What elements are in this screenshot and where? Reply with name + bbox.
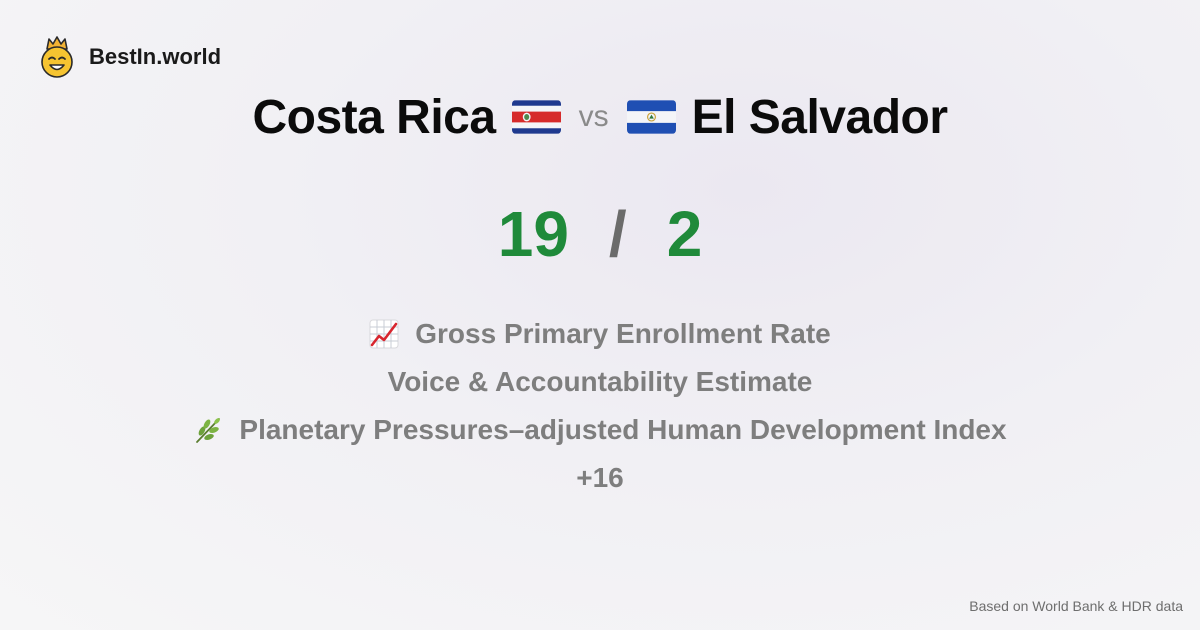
metric-item: Voice & Accountability Estimate — [0, 358, 1200, 406]
metric-label: Gross Primary Enrollment Rate — [415, 318, 831, 349]
chart-increasing-icon — [369, 319, 399, 349]
costa-rica-flag-icon — [511, 100, 561, 134]
metric-list: Gross Primary Enrollment Rate Voice & Ac… — [0, 310, 1200, 502]
right-country-name: El Salvador — [691, 90, 948, 144]
data-source-note: Based on World Bank & HDR data — [969, 598, 1183, 614]
left-score: 19 — [497, 198, 569, 270]
crowned-smiley-icon — [41, 36, 73, 78]
score: 19 / 2 — [0, 196, 1200, 272]
metric-label: +16 — [576, 462, 624, 493]
right-score: 2 — [666, 198, 703, 270]
left-country-name: Costa Rica — [252, 90, 496, 144]
metric-label: Voice & Accountability Estimate — [387, 366, 813, 397]
vs-label: vs — [578, 100, 609, 133]
metric-item: Gross Primary Enrollment Rate — [0, 310, 1200, 358]
metric-item: Planetary Pressures–adjusted Human Devel… — [0, 406, 1200, 454]
el-salvador-flag-icon — [626, 100, 676, 134]
brand-name: BestIn.world — [89, 44, 222, 69]
more-metrics-count[interactable]: +16 — [0, 454, 1200, 502]
herb-icon — [196, 418, 221, 443]
metric-label: Planetary Pressures–adjusted Human Devel… — [239, 414, 1007, 445]
comparison-title: Costa Rica vs El Salvador — [0, 84, 1200, 150]
score-separator: / — [608, 198, 627, 270]
brand[interactable]: BestIn.world — [39, 36, 221, 78]
